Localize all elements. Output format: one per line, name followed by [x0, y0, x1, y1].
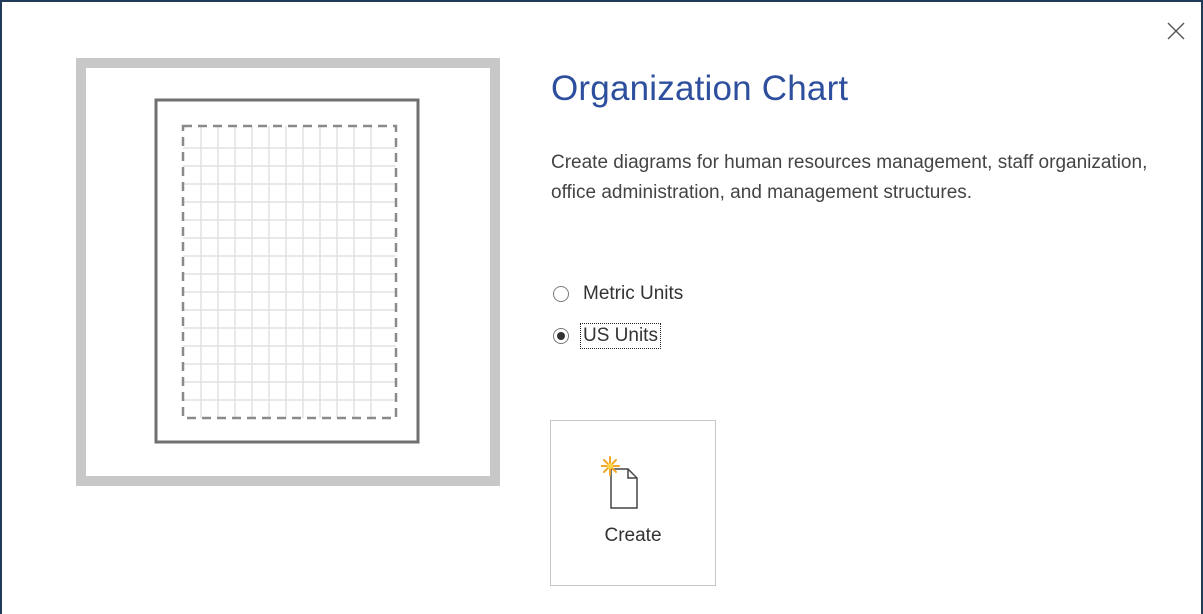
template-preview	[76, 58, 500, 486]
radio-metric-units[interactable]: Metric Units	[553, 279, 685, 309]
template-preview-thumbnail	[154, 98, 420, 444]
new-document-icon	[601, 456, 638, 509]
close-icon	[1167, 22, 1185, 40]
radio-label-metric[interactable]: Metric Units	[581, 282, 685, 306]
create-button-label: Create	[604, 525, 662, 546]
radio-button-us[interactable]	[553, 328, 569, 344]
radio-button-metric[interactable]	[553, 286, 569, 302]
dialog-title: Organization Chart	[551, 69, 849, 108]
create-button[interactable]: Create	[550, 420, 716, 586]
radio-us-units[interactable]: US Units	[553, 321, 661, 351]
template-dialog: Organization Chart Create diagrams for h…	[0, 0, 1203, 614]
template-preview-canvas	[86, 68, 490, 476]
template-description: Create diagrams for human resources mana…	[551, 152, 1148, 203]
close-button[interactable]	[1162, 17, 1190, 45]
radio-label-us[interactable]: US Units	[580, 323, 661, 349]
